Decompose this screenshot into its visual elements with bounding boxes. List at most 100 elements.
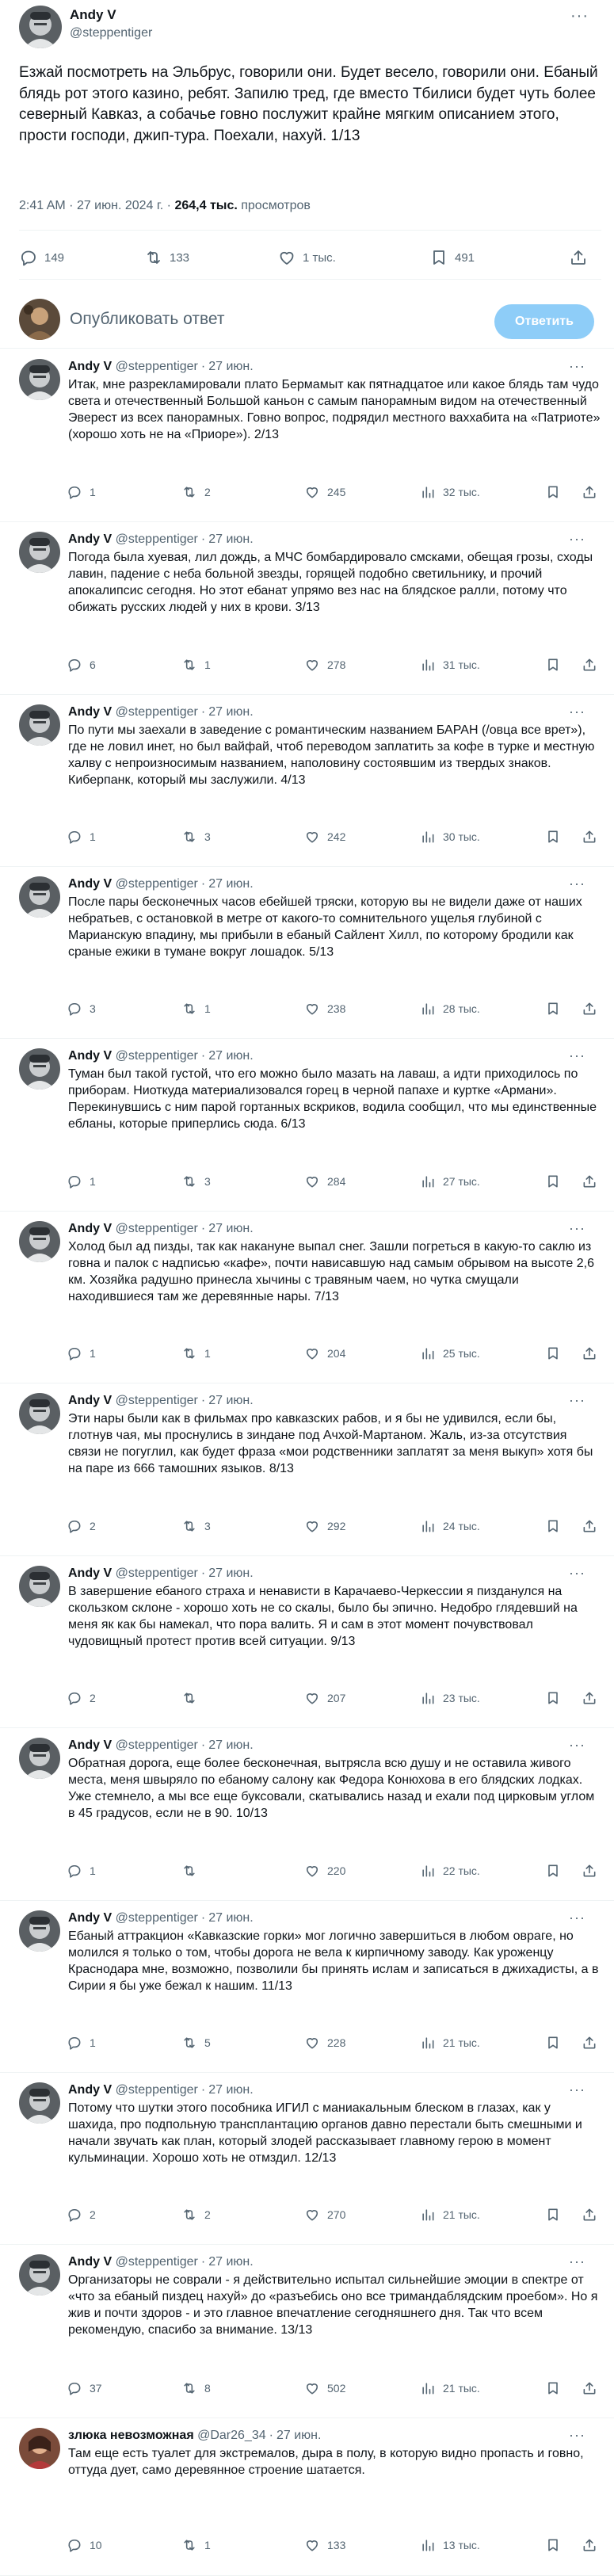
reply-button[interactable]: 2: [67, 1514, 96, 1538]
reply-button[interactable]: 2: [67, 1686, 96, 1710]
share-button[interactable]: [582, 997, 597, 1021]
reply-button[interactable]: 149: [19, 242, 64, 273]
reply-button[interactable]: 6: [67, 653, 96, 677]
author-name[interactable]: Andy V: [68, 360, 112, 373]
share-button[interactable]: [582, 1170, 597, 1193]
like-button[interactable]: 245: [304, 480, 345, 504]
reply-date[interactable]: 27 июн.: [208, 1049, 253, 1063]
avatar[interactable]: [19, 1566, 60, 1607]
views-button[interactable]: 32 тыс.: [420, 480, 480, 504]
author-name[interactable]: Andy V: [68, 705, 112, 719]
like-button[interactable]: 242: [304, 825, 345, 849]
ellipsis-icon[interactable]: ···: [569, 2428, 585, 2442]
like-button[interactable]: 133: [304, 2533, 345, 2557]
reply-date[interactable]: 27 июн.: [208, 360, 253, 373]
author-handle[interactable]: @steppentiger: [116, 1394, 198, 1407]
bookmark-button[interactable]: [545, 2203, 561, 2227]
bookmark-button[interactable]: [545, 2533, 561, 2557]
reply-date[interactable]: 27 июн.: [208, 2083, 253, 2097]
reply-tweet[interactable]: Andy V @steppentiger · 27 июн. ··· Холод был…: [0, 1212, 614, 1383]
reply-button[interactable]: 1: [67, 1859, 96, 1883]
retweet-button[interactable]: 1: [181, 2533, 211, 2557]
avatar[interactable]: [19, 359, 60, 400]
ellipsis-icon[interactable]: ···: [569, 1048, 585, 1063]
reply-date[interactable]: 27 июн.: [208, 2255, 253, 2269]
author-handle[interactable]: @steppentiger: [116, 532, 198, 546]
reply-button[interactable]: 1: [67, 2031, 96, 2055]
ellipsis-icon[interactable]: ···: [569, 1221, 585, 1235]
bookmark-button[interactable]: [545, 1341, 561, 1365]
share-button[interactable]: [582, 825, 597, 849]
retweet-button[interactable]: 1: [181, 1341, 211, 1365]
like-button[interactable]: 238: [304, 997, 345, 1021]
reply-tweet[interactable]: Andy V @steppentiger · 27 июн. ··· В заверше…: [0, 1556, 614, 1728]
reply-tweet[interactable]: Andy V @steppentiger · 27 июн. ··· Потому чт…: [0, 2073, 614, 2245]
views-button[interactable]: 30 тыс.: [420, 825, 480, 849]
ellipsis-icon[interactable]: ···: [569, 359, 585, 373]
retweet-button[interactable]: [181, 1686, 204, 1710]
share-button[interactable]: [582, 1859, 597, 1883]
avatar[interactable]: [19, 6, 62, 48]
retweet-button[interactable]: 2: [181, 480, 211, 504]
share-button[interactable]: [582, 2533, 597, 2557]
reply-button[interactable]: 2: [67, 2203, 96, 2227]
ellipsis-icon[interactable]: ···: [569, 1738, 585, 1752]
author-handle[interactable]: @steppentiger: [116, 2255, 198, 2269]
retweet-button[interactable]: 1: [181, 997, 211, 1021]
reply-submit-button[interactable]: Ответить: [494, 304, 594, 339]
tweet-date[interactable]: 27 июн. 2024 г.: [77, 199, 163, 212]
author-handle[interactable]: @steppentiger: [116, 705, 198, 719]
like-button[interactable]: 278: [304, 653, 345, 677]
ellipsis-icon[interactable]: ···: [569, 876, 585, 891]
bookmark-button[interactable]: [545, 653, 561, 677]
avatar[interactable]: [19, 1738, 60, 1779]
like-button[interactable]: 1 тыс.: [277, 242, 336, 273]
reply-tweet[interactable]: злюка невозможная @Dar26_34 · 27 июн. ··· Та…: [0, 2418, 614, 2576]
reply-button[interactable]: 10: [67, 2533, 102, 2557]
author-handle[interactable]: @steppentiger: [70, 25, 152, 41]
author-name[interactable]: Andy V: [70, 6, 116, 24]
ellipsis-icon[interactable]: ···: [569, 1566, 585, 1580]
author-handle[interactable]: @steppentiger: [116, 1911, 198, 1925]
views-button[interactable]: 22 тыс.: [420, 1859, 480, 1883]
like-button[interactable]: 284: [304, 1170, 345, 1193]
author-name[interactable]: Andy V: [68, 1049, 112, 1063]
retweet-button[interactable]: 2: [181, 2203, 211, 2227]
views-button[interactable]: 24 тыс.: [420, 1514, 480, 1538]
tweet-time[interactable]: 2:41 AM: [19, 199, 66, 212]
ellipsis-icon[interactable]: ···: [569, 2254, 585, 2269]
avatar[interactable]: [19, 704, 60, 746]
author-handle[interactable]: @steppentiger: [116, 1567, 198, 1580]
ellipsis-icon[interactable]: ···: [570, 8, 589, 24]
avatar[interactable]: [19, 299, 60, 340]
like-button[interactable]: 292: [304, 1514, 345, 1538]
bookmark-button[interactable]: [545, 1686, 561, 1710]
share-button[interactable]: [582, 1514, 597, 1538]
avatar[interactable]: [19, 2428, 60, 2469]
reply-date[interactable]: 27 июн.: [208, 1567, 253, 1580]
views-button[interactable]: 28 тыс.: [420, 997, 480, 1021]
reply-tweet[interactable]: Andy V @steppentiger · 27 июн. ··· Организат…: [0, 2245, 614, 2418]
avatar[interactable]: [19, 1048, 60, 1090]
bookmark-button[interactable]: [545, 2376, 561, 2400]
avatar[interactable]: [19, 876, 60, 918]
avatar[interactable]: [19, 532, 60, 573]
author-name[interactable]: Andy V: [68, 2255, 112, 2269]
views-button[interactable]: 21 тыс.: [420, 2376, 480, 2400]
retweet-button[interactable]: 8: [181, 2376, 211, 2400]
ellipsis-icon[interactable]: ···: [569, 1910, 585, 1925]
reply-button[interactable]: 1: [67, 825, 96, 849]
reply-tweet[interactable]: Andy V @steppentiger · 27 июн. ··· После пар…: [0, 867, 614, 1039]
like-button[interactable]: 270: [304, 2203, 345, 2227]
views-button[interactable]: 31 тыс.: [420, 653, 480, 677]
reply-date[interactable]: 27 июн.: [208, 1738, 253, 1752]
reply-button[interactable]: 1: [67, 1170, 96, 1193]
views-button[interactable]: 27 тыс.: [420, 1170, 480, 1193]
retweet-button[interactable]: [181, 1859, 204, 1883]
author-name[interactable]: Andy V: [68, 1567, 112, 1580]
like-button[interactable]: 502: [304, 2376, 345, 2400]
author-handle[interactable]: @steppentiger: [116, 877, 198, 891]
reply-button[interactable]: 37: [67, 2376, 102, 2400]
ellipsis-icon[interactable]: ···: [569, 1393, 585, 1407]
reply-date[interactable]: 27 июн.: [208, 1222, 253, 1235]
